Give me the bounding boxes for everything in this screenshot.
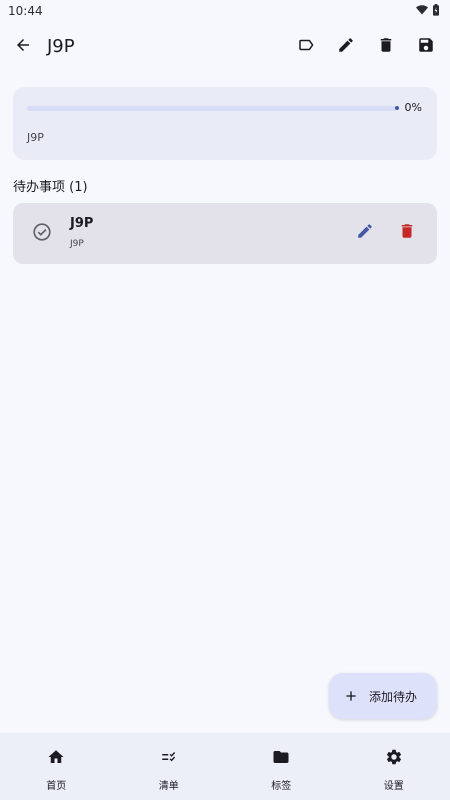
delete-button[interactable]	[366, 27, 406, 67]
app-bar: J9P	[0, 26, 450, 68]
trash-icon	[377, 36, 395, 58]
section-title: 待办事项 (1)	[13, 180, 88, 195]
wifi-icon	[416, 4, 428, 18]
label-button[interactable]	[286, 27, 326, 67]
folder-icon	[272, 746, 290, 768]
list-name: J9P	[27, 131, 44, 144]
nav-label-home: 首页	[46, 781, 67, 792]
checklist-icon	[159, 746, 179, 768]
nav-label-checklist: 清单	[158, 781, 179, 792]
bottom-nav: 首页 清单 标签 设置	[0, 733, 450, 800]
status-bar: 10:44	[0, 0, 450, 22]
battery-icon	[432, 3, 440, 19]
add-todo-button[interactable]: 添加待办	[329, 673, 437, 719]
nav-label-settings: 设置	[383, 781, 404, 792]
page-title: J9P	[47, 36, 75, 57]
nav-item-settings[interactable]: 设置	[338, 733, 450, 800]
todo-title: J9P	[70, 216, 94, 231]
label-icon	[297, 36, 315, 58]
nav-item-checklist[interactable]: 清单	[113, 733, 226, 800]
nav-label-tags: 标签	[271, 781, 292, 792]
home-icon	[47, 746, 65, 768]
add-todo-label: 添加待办	[369, 689, 418, 704]
todo-item[interactable]: J9P J9P	[13, 203, 437, 264]
todo-subtitle: J9P	[70, 239, 84, 249]
check-circle-icon	[31, 223, 53, 247]
progress-card: 0% J9P	[13, 87, 437, 160]
progress-percent: 0%	[404, 101, 422, 114]
save-icon	[417, 36, 435, 58]
gear-icon	[385, 746, 403, 768]
status-time: 10:44	[8, 4, 43, 18]
arrow-back-icon	[14, 36, 32, 58]
status-icons	[416, 3, 440, 19]
app-bar-actions	[286, 27, 446, 67]
progress-end-dot	[395, 106, 399, 110]
nav-item-home[interactable]: 首页	[0, 733, 113, 800]
back-button[interactable]	[3, 27, 43, 67]
progress-bar	[27, 106, 397, 111]
plus-icon	[343, 688, 359, 704]
trash-icon	[398, 222, 416, 244]
todo-delete-button[interactable]	[387, 213, 427, 253]
save-button[interactable]	[406, 27, 446, 67]
todo-edit-button[interactable]	[345, 213, 385, 253]
pencil-icon	[337, 36, 355, 58]
complete-toggle[interactable]	[31, 221, 53, 247]
nav-item-tags[interactable]: 标签	[225, 733, 338, 800]
edit-button[interactable]	[326, 27, 366, 67]
pencil-icon	[356, 222, 374, 244]
